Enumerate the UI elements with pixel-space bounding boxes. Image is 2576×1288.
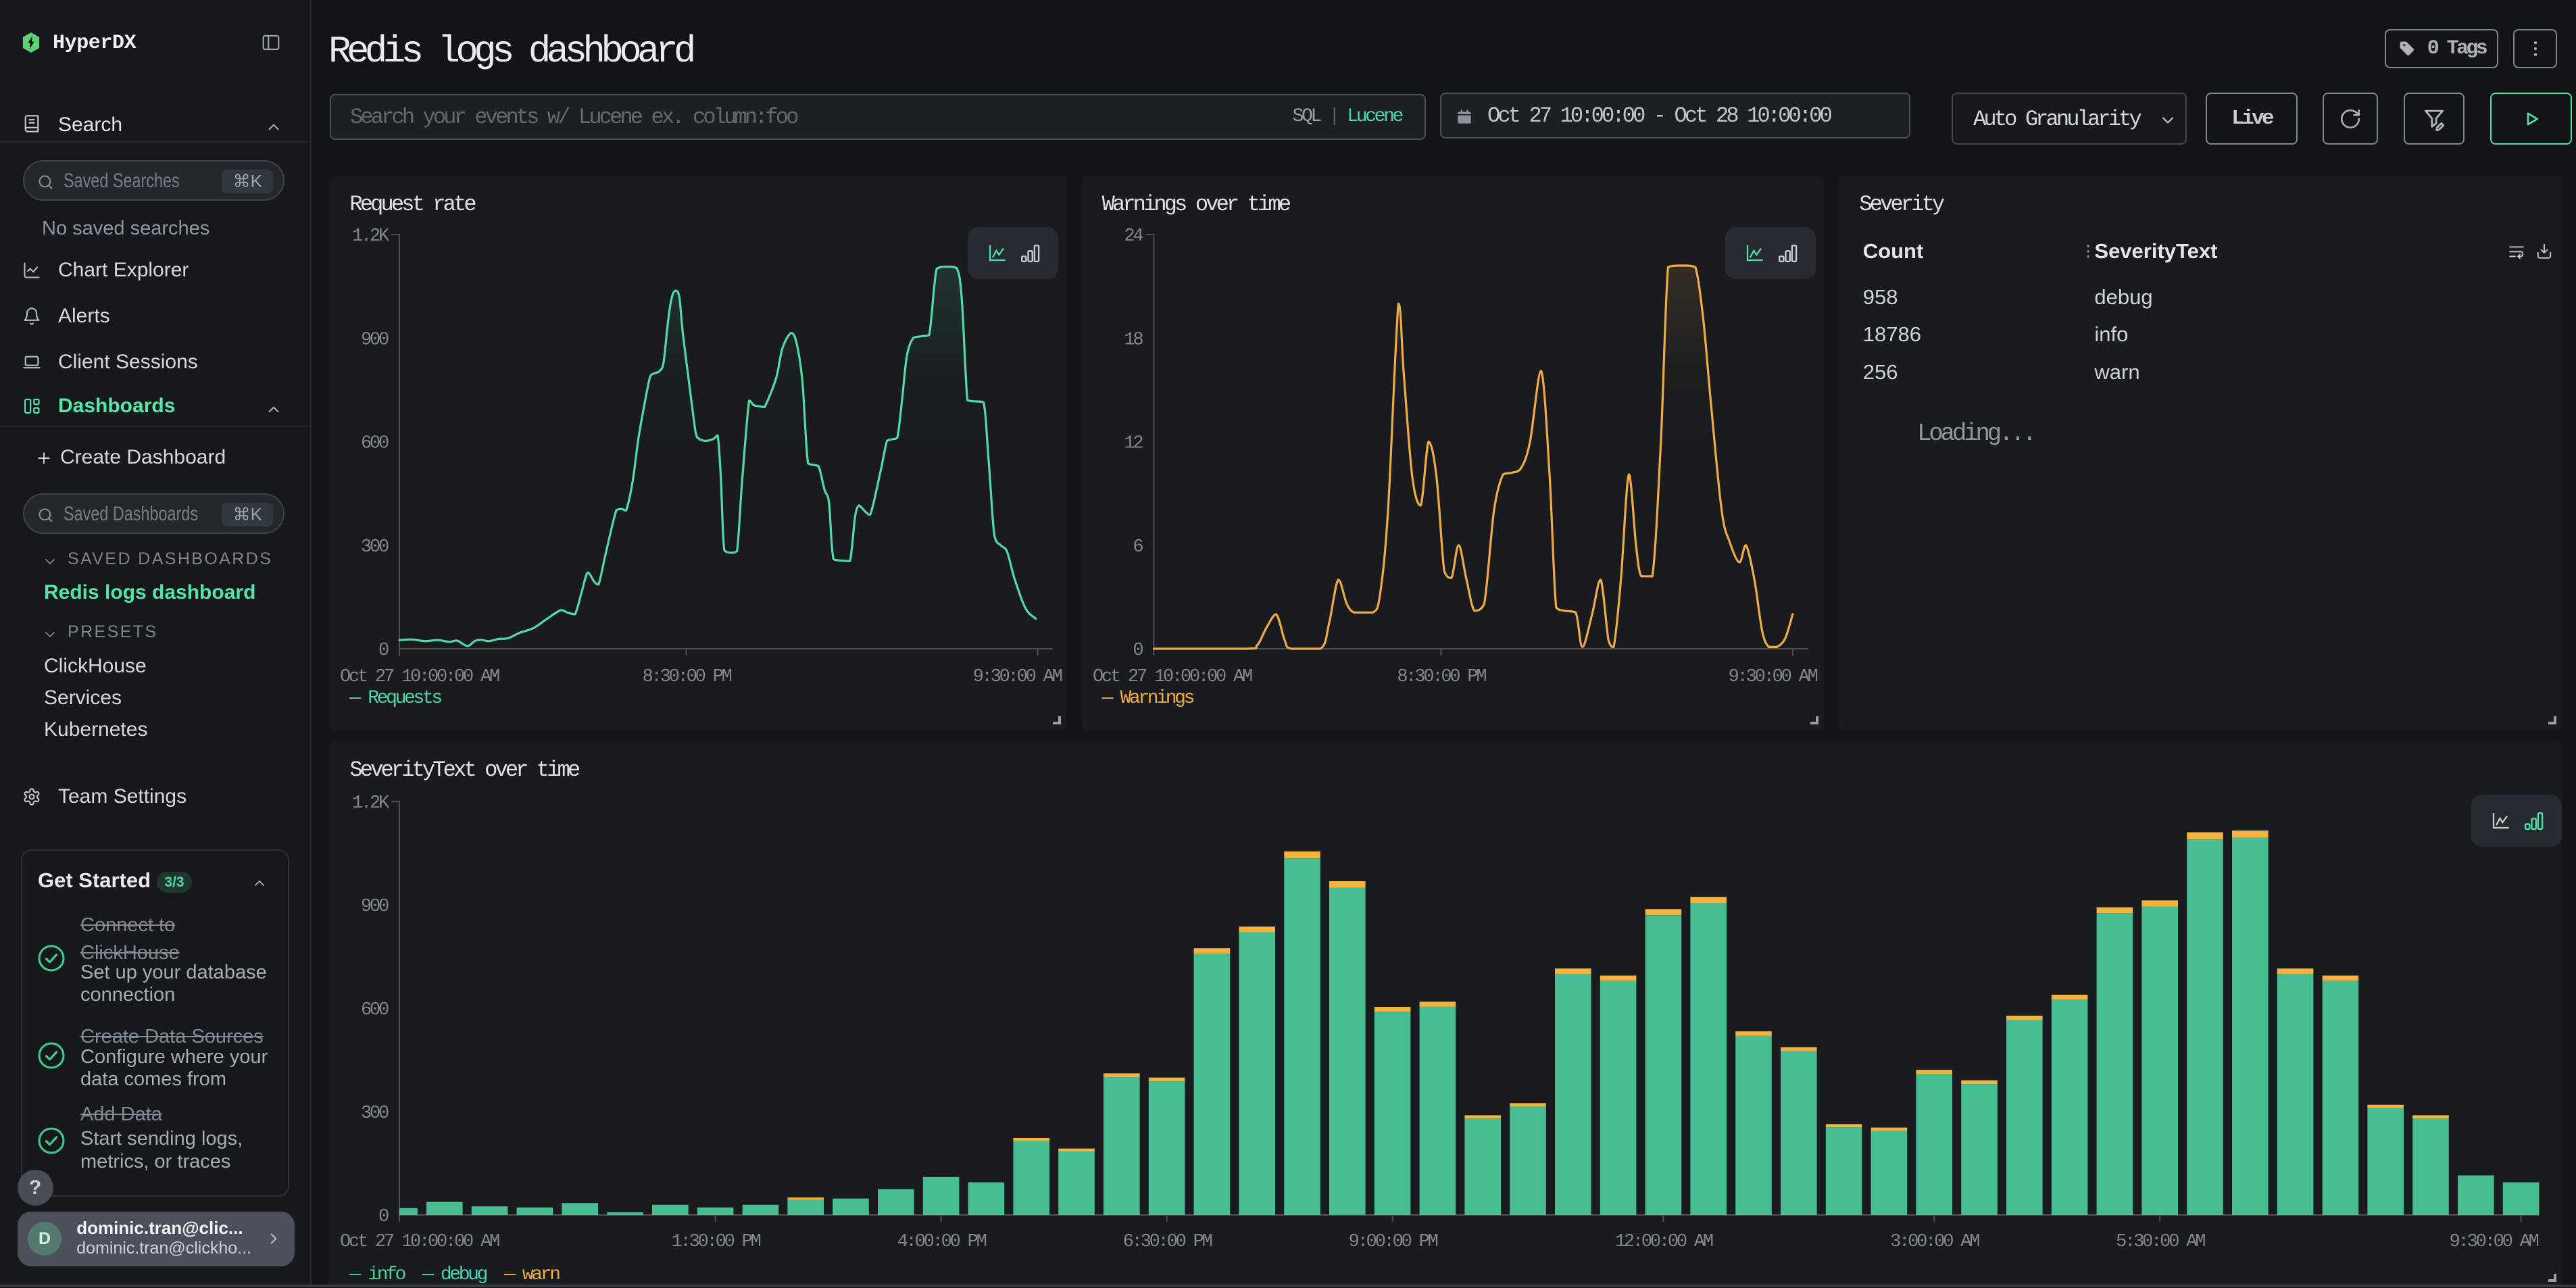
svg-text:9:30:00 AM: 9:30:00 AM bbox=[2450, 1232, 2539, 1252]
svg-text:1.2K: 1.2K bbox=[352, 793, 390, 814]
svg-text:4:00:00 PM: 4:00:00 PM bbox=[897, 1232, 987, 1252]
svg-text:18: 18 bbox=[1124, 330, 1143, 350]
svg-text:1.2K: 1.2K bbox=[352, 226, 390, 247]
svg-text:5:30:00 AM: 5:30:00 AM bbox=[2116, 1232, 2206, 1252]
svg-text:600: 600 bbox=[361, 1000, 389, 1020]
svg-text:8:30:00 PM: 8:30:00 PM bbox=[1397, 667, 1486, 687]
svg-text:0: 0 bbox=[378, 641, 389, 661]
svg-text:9:00:00 PM: 9:00:00 PM bbox=[1349, 1232, 1438, 1252]
svg-text:900: 900 bbox=[361, 330, 389, 350]
svg-text:24: 24 bbox=[1124, 226, 1143, 247]
svg-text:12:00:00 AM: 12:00:00 AM bbox=[1615, 1232, 1713, 1252]
svg-text:8:30:00 PM: 8:30:00 PM bbox=[643, 667, 732, 687]
svg-text:9:30:00 AM: 9:30:00 AM bbox=[1728, 667, 1817, 687]
svg-text:12: 12 bbox=[1124, 434, 1143, 454]
svg-text:Oct 27 10:00:00 AM: Oct 27 10:00:00 AM bbox=[340, 1232, 499, 1252]
svg-text:0: 0 bbox=[1133, 641, 1143, 661]
svg-text:3:00:00 AM: 3:00:00 AM bbox=[1891, 1232, 1980, 1252]
svg-text:900: 900 bbox=[361, 897, 389, 917]
svg-text:0: 0 bbox=[378, 1207, 389, 1227]
svg-text:6:30:00 PM: 6:30:00 PM bbox=[1123, 1232, 1212, 1252]
svg-text:Oct 27 10:00:00 AM: Oct 27 10:00:00 AM bbox=[1093, 667, 1252, 687]
svg-text:300: 300 bbox=[361, 1104, 389, 1124]
svg-text:300: 300 bbox=[361, 537, 389, 558]
svg-text:9:30:00 AM: 9:30:00 AM bbox=[973, 667, 1062, 687]
svg-text:1:30:00 PM: 1:30:00 PM bbox=[672, 1232, 761, 1252]
svg-text:6: 6 bbox=[1133, 537, 1143, 558]
svg-text:Oct 27 10:00:00 AM: Oct 27 10:00:00 AM bbox=[340, 667, 499, 687]
svg-text:600: 600 bbox=[361, 434, 389, 454]
